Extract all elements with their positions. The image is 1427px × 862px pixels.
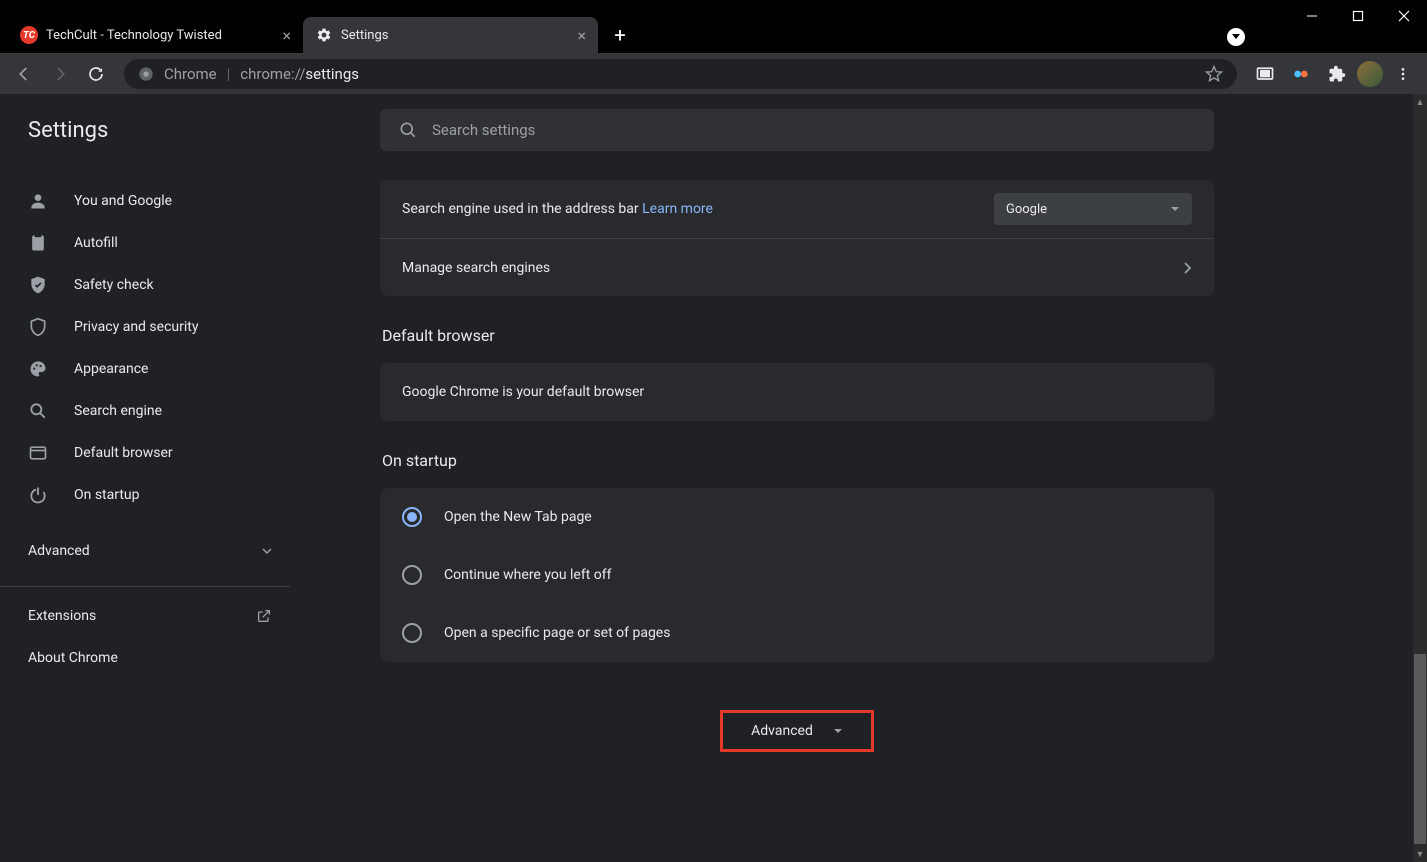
tab-techcult[interactable]: TC TechCult - Technology Twisted × xyxy=(8,17,303,53)
startup-option-new-tab[interactable]: Open the New Tab page xyxy=(380,488,1214,546)
sidebar-item-about[interactable]: About Chrome xyxy=(0,637,310,679)
sidebar-item-label: Safety check xyxy=(74,277,154,293)
profile-avatar[interactable] xyxy=(1357,61,1383,87)
sidebar-advanced-label: Advanced xyxy=(28,543,90,559)
tab-title: TechCult - Technology Twisted xyxy=(46,28,274,43)
bookmark-star-icon[interactable] xyxy=(1205,65,1223,83)
browser-icon xyxy=(28,443,48,463)
extensions-puzzle-icon[interactable] xyxy=(1321,58,1353,90)
close-button[interactable] xyxy=(1381,0,1427,32)
settings-sidebar: You and Google Autofill Safety check Pri… xyxy=(0,94,310,862)
search-engine-select[interactable]: Google xyxy=(994,193,1192,225)
settings-header: Settings xyxy=(0,94,1413,166)
advanced-button[interactable]: Advanced xyxy=(720,710,874,752)
shield-check-icon xyxy=(28,275,48,295)
sidebar-item-label: You and Google xyxy=(74,193,172,209)
search-input[interactable] xyxy=(432,121,1196,139)
tab-title: Settings xyxy=(341,28,569,43)
sidebar-item-you-and-google[interactable]: You and Google xyxy=(0,180,290,222)
scroll-up-arrow[interactable]: ▲ xyxy=(1413,94,1427,110)
sidebar-about-label: About Chrome xyxy=(28,650,118,666)
palette-icon xyxy=(28,359,48,379)
sidebar-item-privacy-security[interactable]: Privacy and security xyxy=(0,306,290,348)
manage-search-label: Manage search engines xyxy=(402,260,1184,276)
extension-screen-icon[interactable] xyxy=(1249,58,1281,90)
search-engine-row: Search engine used in the address bar Le… xyxy=(380,180,1214,238)
tab-settings[interactable]: Settings × xyxy=(303,17,598,53)
menu-button[interactable] xyxy=(1387,58,1419,90)
default-browser-row: Google Chrome is your default browser xyxy=(380,363,1214,421)
omnibox-separator: | xyxy=(227,65,231,83)
close-icon[interactable]: × xyxy=(282,26,291,45)
settings-favicon xyxy=(315,26,333,44)
back-button[interactable] xyxy=(8,58,40,90)
reload-button[interactable] xyxy=(80,58,112,90)
shield-icon xyxy=(28,317,48,337)
radio-icon xyxy=(402,507,422,527)
default-browser-text: Google Chrome is your default browser xyxy=(402,384,644,400)
sidebar-item-search-engine[interactable]: Search engine xyxy=(0,390,290,432)
search-icon xyxy=(28,401,48,421)
browser-toolbar: Chrome | chrome://settings xyxy=(0,53,1427,94)
sidebar-item-appearance[interactable]: Appearance xyxy=(0,348,290,390)
sidebar-item-label: Default browser xyxy=(74,445,173,461)
search-engine-row-label: Search engine used in the address bar xyxy=(402,201,639,217)
learn-more-link[interactable]: Learn more xyxy=(642,201,713,217)
scroll-thumb[interactable] xyxy=(1414,654,1426,844)
radio-icon xyxy=(402,565,422,585)
chevron-right-icon xyxy=(1184,262,1192,274)
default-browser-heading: Default browser xyxy=(382,326,1214,345)
search-icon xyxy=(398,120,418,140)
power-icon xyxy=(28,485,48,505)
close-icon[interactable]: × xyxy=(577,26,586,45)
sidebar-item-label: Search engine xyxy=(74,403,162,419)
minimize-button[interactable] xyxy=(1289,0,1335,32)
external-link-icon xyxy=(256,608,272,624)
radio-icon xyxy=(402,623,422,643)
address-bar[interactable]: Chrome | chrome://settings xyxy=(124,59,1237,89)
sidebar-item-default-browser[interactable]: Default browser xyxy=(0,432,290,474)
person-icon xyxy=(28,191,48,211)
extension-glasses-icon[interactable] xyxy=(1285,58,1317,90)
chevron-down-icon xyxy=(262,546,272,556)
sidebar-item-safety-check[interactable]: Safety check xyxy=(0,264,290,306)
sidebar-divider xyxy=(0,586,290,587)
settings-content: Search engine used in the address bar Le… xyxy=(310,94,1427,862)
chrome-icon xyxy=(138,66,154,82)
on-startup-heading: On startup xyxy=(382,451,1214,470)
omnibox-url: chrome://settings xyxy=(240,65,359,83)
sidebar-item-autofill[interactable]: Autofill xyxy=(0,222,290,264)
sidebar-item-extensions[interactable]: Extensions xyxy=(0,595,310,637)
vertical-scrollbar[interactable]: ▲ ▼ xyxy=(1413,94,1427,862)
startup-option-specific-page[interactable]: Open a specific page or set of pages xyxy=(380,604,1214,662)
page-title: Settings xyxy=(0,118,310,143)
sidebar-extensions-label: Extensions xyxy=(28,608,96,624)
chevron-down-icon xyxy=(833,726,843,736)
techcult-favicon: TC xyxy=(20,26,38,44)
account-icon[interactable] xyxy=(1227,28,1245,46)
search-settings-box[interactable] xyxy=(380,109,1214,151)
startup-option-continue[interactable]: Continue where you left off xyxy=(380,546,1214,604)
startup-option-label: Open the New Tab page xyxy=(444,509,592,525)
startup-option-label: Continue where you left off xyxy=(444,567,612,583)
new-tab-button[interactable]: + xyxy=(606,21,634,49)
sidebar-item-label: Autofill xyxy=(74,235,118,251)
maximize-button[interactable] xyxy=(1335,0,1381,32)
forward-button[interactable] xyxy=(44,58,76,90)
advanced-button-label: Advanced xyxy=(751,723,813,739)
manage-search-engines-row[interactable]: Manage search engines xyxy=(380,238,1214,296)
omnibox-prefix: Chrome xyxy=(164,65,217,83)
sidebar-advanced-toggle[interactable]: Advanced xyxy=(0,530,310,572)
sidebar-item-on-startup[interactable]: On startup xyxy=(0,474,290,516)
startup-option-label: Open a specific page or set of pages xyxy=(444,625,670,641)
tab-strip: TC TechCult - Technology Twisted × Setti… xyxy=(0,0,1427,53)
search-engine-selected: Google xyxy=(1006,202,1047,217)
sidebar-item-label: Appearance xyxy=(74,361,148,377)
scroll-down-arrow[interactable]: ▼ xyxy=(1413,846,1427,862)
sidebar-item-label: On startup xyxy=(74,487,140,503)
clipboard-icon xyxy=(28,233,48,253)
chevron-down-icon xyxy=(1170,204,1180,214)
sidebar-item-label: Privacy and security xyxy=(74,319,198,335)
